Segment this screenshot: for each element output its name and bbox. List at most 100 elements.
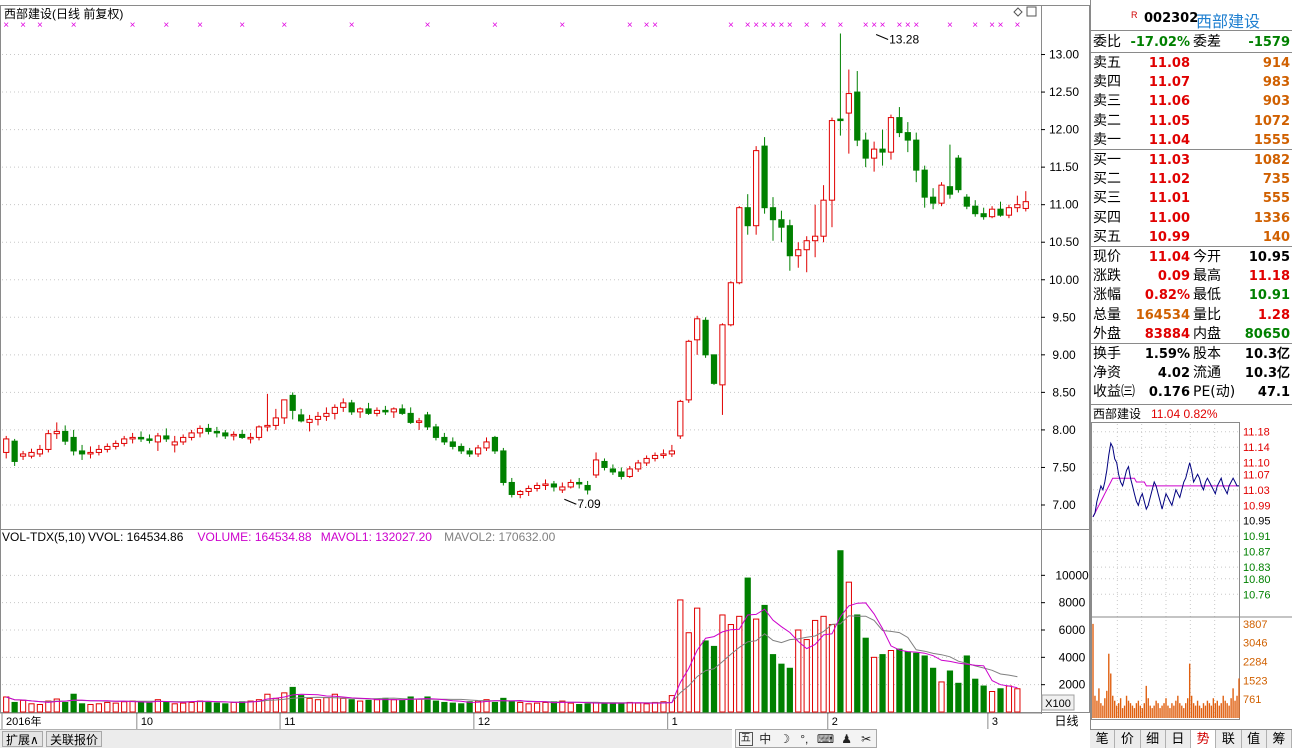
- volume-bar[interactable]: [323, 697, 330, 713]
- candle[interactable]: [53, 422, 60, 439]
- volume-bar[interactable]: [904, 651, 911, 713]
- volume-bar[interactable]: [348, 699, 355, 713]
- volume-bar[interactable]: [62, 701, 69, 713]
- volume-bar[interactable]: [862, 637, 869, 713]
- volume-bar[interactable]: [1014, 688, 1021, 713]
- volume-bar[interactable]: [357, 700, 364, 713]
- right-tab[interactable]: 价: [1115, 730, 1141, 748]
- candle[interactable]: [247, 432, 254, 444]
- candle[interactable]: [769, 197, 777, 241]
- stat-row[interactable]: 换手 1.59% 股本 10.3亿: [1091, 345, 1292, 364]
- diamond-icon[interactable]: [1013, 7, 1023, 17]
- candle[interactable]: [812, 204, 819, 258]
- ask-row[interactable]: 卖二 11.05 1072: [1091, 112, 1292, 131]
- candle[interactable]: [205, 423, 212, 435]
- candle[interactable]: [323, 407, 330, 421]
- volume-bar[interactable]: [828, 624, 836, 713]
- volume-bar[interactable]: [988, 691, 996, 713]
- volume-bar[interactable]: [702, 640, 709, 713]
- volume-bar[interactable]: [601, 702, 608, 713]
- volume-bar[interactable]: [104, 701, 111, 713]
- volume-bar[interactable]: [19, 699, 27, 713]
- candle[interactable]: [306, 414, 313, 432]
- volume-bar[interactable]: [441, 701, 448, 713]
- ime-tools-icon[interactable]: ✂: [859, 732, 873, 746]
- bid-row[interactable]: 买五 10.99 140: [1091, 228, 1292, 247]
- candle[interactable]: [137, 431, 145, 442]
- candle[interactable]: [618, 467, 625, 480]
- candle[interactable]: [601, 458, 608, 471]
- candle[interactable]: [382, 405, 389, 415]
- candle[interactable]: [458, 443, 465, 454]
- volume-bar[interactable]: [736, 615, 743, 713]
- volume-bar[interactable]: [938, 681, 945, 713]
- candle[interactable]: [424, 411, 431, 430]
- candle[interactable]: [196, 425, 204, 438]
- candle[interactable]: [727, 281, 734, 327]
- candle[interactable]: [188, 429, 195, 441]
- volume-bar[interactable]: [820, 615, 827, 713]
- candle[interactable]: [11, 438, 18, 466]
- candle[interactable]: [121, 435, 128, 447]
- candle[interactable]: [592, 452, 600, 478]
- candle[interactable]: [929, 188, 937, 210]
- candle[interactable]: [828, 117, 836, 228]
- right-tab[interactable]: 势: [1191, 730, 1217, 748]
- candle[interactable]: [87, 446, 94, 459]
- candle[interactable]: [879, 129, 886, 166]
- volume-bar[interactable]: [929, 667, 937, 713]
- candle[interactable]: [786, 219, 793, 271]
- volume-bar[interactable]: [390, 699, 397, 713]
- volume-bar[interactable]: [36, 703, 44, 713]
- volume-bar[interactable]: [710, 645, 718, 713]
- candle[interactable]: [778, 210, 785, 243]
- volume-bar[interactable]: [896, 648, 903, 713]
- volume-bar[interactable]: [769, 654, 777, 713]
- candle[interactable]: [896, 107, 903, 138]
- volume-bar[interactable]: [196, 700, 204, 713]
- candle[interactable]: [474, 444, 482, 457]
- candle[interactable]: [795, 242, 802, 268]
- candle[interactable]: [213, 426, 220, 438]
- volume-bar[interactable]: [129, 700, 136, 713]
- volume-bar[interactable]: [643, 703, 650, 713]
- volume-bar[interactable]: [382, 697, 389, 713]
- stat-row[interactable]: 外盘 83884 内盘 80650: [1091, 325, 1292, 344]
- candle[interactable]: [373, 407, 381, 417]
- volume-bar[interactable]: [576, 703, 583, 713]
- volume-bar[interactable]: [415, 698, 423, 713]
- volume-bar[interactable]: [306, 697, 313, 713]
- right-tab[interactable]: 细: [1141, 730, 1166, 748]
- bid-row[interactable]: 买一 11.03 1082: [1091, 151, 1292, 170]
- expand-button[interactable]: 扩展∧: [2, 731, 43, 747]
- stat-row[interactable]: 净资 4.02 流通 10.3亿: [1091, 364, 1292, 383]
- candle[interactable]: [154, 432, 161, 451]
- volume-bar[interactable]: [812, 619, 819, 713]
- bid-row[interactable]: 买四 11.00 1336: [1091, 209, 1292, 228]
- volume-bar[interactable]: [972, 678, 979, 713]
- right-tab[interactable]: 值: [1242, 730, 1267, 748]
- candle[interactable]: [559, 482, 566, 493]
- candle[interactable]: [609, 464, 617, 475]
- candle[interactable]: [104, 443, 111, 453]
- volume-bar[interactable]: [188, 701, 195, 713]
- candle[interactable]: [887, 114, 895, 160]
- candle[interactable]: [517, 489, 524, 499]
- candle[interactable]: [289, 392, 296, 420]
- volume-bar[interactable]: [997, 688, 1004, 713]
- volume-bar[interactable]: [694, 607, 701, 713]
- candle[interactable]: [744, 194, 751, 235]
- ime-wubi-icon[interactable]: 五: [738, 731, 753, 746]
- candle[interactable]: [533, 482, 541, 492]
- volume-bar[interactable]: [609, 703, 617, 713]
- volume-bar[interactable]: [365, 699, 372, 713]
- candle[interactable]: [921, 165, 928, 208]
- candle[interactable]: [871, 141, 878, 172]
- candle[interactable]: [972, 200, 979, 217]
- candle[interactable]: [913, 132, 920, 183]
- volume-bar[interactable]: [550, 701, 558, 713]
- candle[interactable]: [500, 447, 507, 486]
- volume-bar[interactable]: [121, 701, 128, 713]
- candle[interactable]: [997, 201, 1004, 217]
- candle[interactable]: [955, 155, 962, 193]
